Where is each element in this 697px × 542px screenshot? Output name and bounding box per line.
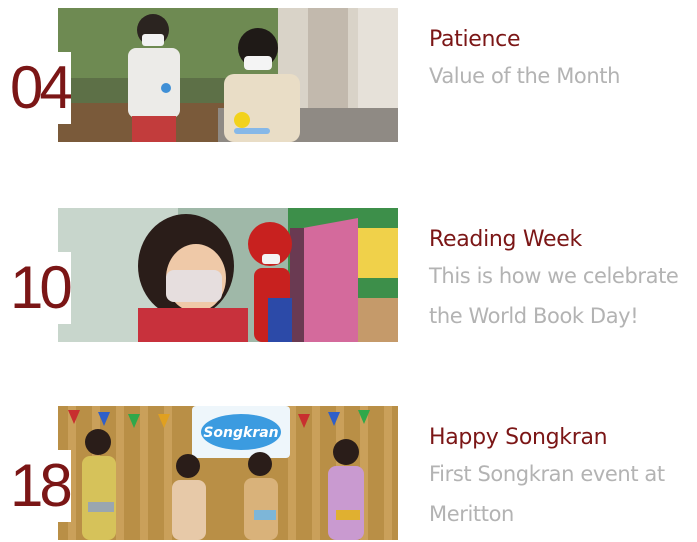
event-title[interactable]: Patience bbox=[429, 24, 695, 56]
event-day: 18 bbox=[10, 450, 73, 522]
news-item-patience[interactable]: 04 Patience Value of the Month bbox=[0, 8, 697, 144]
photo-songkran-festival-icon: Songkran bbox=[58, 406, 398, 540]
event-text: Reading Week This is how we celebrate th… bbox=[429, 224, 695, 336]
event-thumbnail[interactable] bbox=[58, 8, 398, 142]
event-description: First Songkran event at Meritton bbox=[429, 462, 665, 526]
event-text: Patience Value of the Month bbox=[429, 24, 695, 96]
event-text: Happy Songkran First Songkran event at M… bbox=[429, 422, 695, 534]
festival-banner-text: Songkran bbox=[203, 425, 278, 441]
event-thumbnail[interactable]: Songkran bbox=[58, 406, 398, 540]
photo-reading-week-icon bbox=[58, 208, 398, 342]
event-day: 10 bbox=[10, 252, 73, 324]
event-day: 04 bbox=[10, 52, 73, 124]
photo-children-playing-icon bbox=[58, 8, 398, 142]
event-title[interactable]: Happy Songkran bbox=[429, 422, 695, 454]
event-description: This is how we celebrate the World Book … bbox=[429, 264, 679, 328]
news-item-happy-songkran[interactable]: Songkran 18 Happy Songkran First Songkra… bbox=[0, 406, 697, 542]
event-title[interactable]: Reading Week bbox=[429, 224, 695, 256]
event-description: Value of the Month bbox=[429, 64, 621, 88]
news-item-reading-week[interactable]: 10 Reading Week This is how we celebrate… bbox=[0, 208, 697, 344]
event-thumbnail[interactable] bbox=[58, 208, 398, 342]
